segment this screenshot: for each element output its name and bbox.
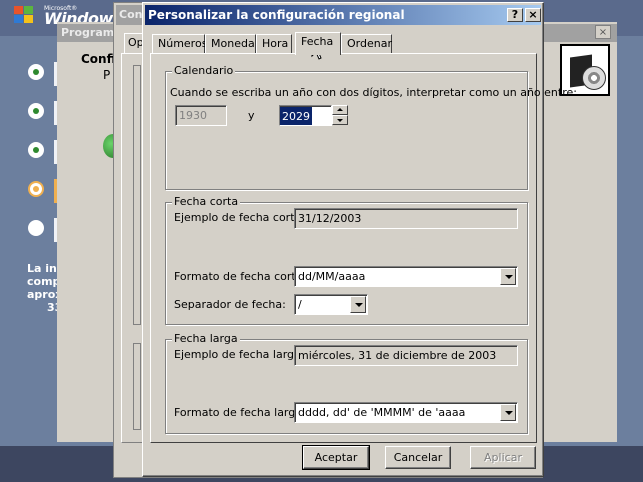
- step-4-icon: [28, 181, 44, 197]
- long-example-value: miércoles, 31 de diciembre de 2003: [294, 345, 518, 366]
- regional-group-edge-2: [133, 343, 141, 430]
- year-to-field[interactable]: 2029: [279, 105, 332, 126]
- separator-select[interactable]: /: [294, 294, 368, 315]
- ok-button[interactable]: Aceptar: [302, 445, 370, 470]
- customize-regional-dialog: Personalizar la configuración regional ?…: [142, 2, 577, 477]
- long-format-value: dddd, dd' de 'MMMM' de 'aaaa: [298, 406, 466, 419]
- programs-close-button[interactable]: ×: [595, 25, 611, 39]
- step-3-icon: [28, 142, 44, 158]
- short-date-legend: Fecha corta: [172, 195, 241, 208]
- step-5-icon: [28, 220, 44, 236]
- short-example-label: Ejemplo de fecha corta:: [174, 211, 305, 224]
- separator-value: /: [298, 298, 302, 311]
- tab-fecha-panel: Calendario Cuando se escriba un año con …: [150, 53, 577, 443]
- long-format-label: Formato de fecha larga:: [174, 406, 306, 419]
- short-date-group: Fecha corta Ejemplo de fecha corta: 31/1…: [165, 195, 528, 325]
- tab-hora[interactable]: Hora: [256, 34, 292, 54]
- short-format-select[interactable]: dd/MM/aaaa: [294, 266, 518, 287]
- programs-subheading: P: [103, 68, 111, 82]
- calendar-description: Cuando se escriba un año con dos dígitos…: [170, 86, 577, 99]
- year-spinner[interactable]: [332, 105, 348, 126]
- long-date-group: Fecha larga Ejemplo de fecha larga: miér…: [165, 332, 528, 434]
- tab-numeros[interactable]: Números: [152, 34, 207, 54]
- cancel-button[interactable]: Cancelar: [385, 446, 451, 469]
- tab-ordenar[interactable]: Ordenar: [341, 34, 392, 54]
- chevron-down-icon[interactable]: [350, 296, 366, 313]
- short-format-label: Formato de fecha corta:: [174, 270, 307, 283]
- long-date-legend: Fecha larga: [172, 332, 240, 345]
- step-1-icon: [28, 64, 44, 80]
- close-button[interactable]: ×: [525, 8, 541, 22]
- regional-group-edge: [133, 65, 141, 325]
- step-2-icon: [28, 103, 44, 119]
- short-format-value: dd/MM/aaaa: [298, 270, 366, 283]
- spin-up-icon[interactable]: [332, 105, 348, 115]
- spin-down-icon[interactable]: [332, 115, 348, 125]
- short-example-value: 31/12/2003: [294, 208, 518, 229]
- help-button[interactable]: ?: [507, 8, 523, 22]
- calendar-legend: Calendario: [172, 64, 236, 77]
- programs-heading: Confi: [81, 52, 116, 66]
- dialog-titlebar[interactable]: Personalizar la configuración regional ?…: [145, 5, 541, 25]
- separator-label: Separador de fecha:: [174, 298, 286, 311]
- long-format-select[interactable]: dddd, dd' de 'MMMM' de 'aaaa: [294, 402, 518, 423]
- dialog-title: Personalizar la configuración regional: [148, 8, 405, 22]
- year-from-field: 1930: [175, 105, 227, 126]
- year-to-value: 2029: [280, 107, 312, 125]
- tab-moneda[interactable]: Moneda: [205, 34, 256, 54]
- and-label: y: [248, 109, 255, 122]
- apply-button[interactable]: Aplicar: [470, 446, 536, 469]
- chevron-down-icon[interactable]: [500, 268, 516, 285]
- tab-fecha[interactable]: Fecha: [295, 32, 341, 55]
- windows-flag-icon: [14, 6, 34, 24]
- chevron-down-icon[interactable]: [500, 404, 516, 421]
- calendar-group: Calendario Cuando se escriba un año con …: [165, 64, 577, 190]
- long-example-label: Ejemplo de fecha larga:: [174, 348, 305, 361]
